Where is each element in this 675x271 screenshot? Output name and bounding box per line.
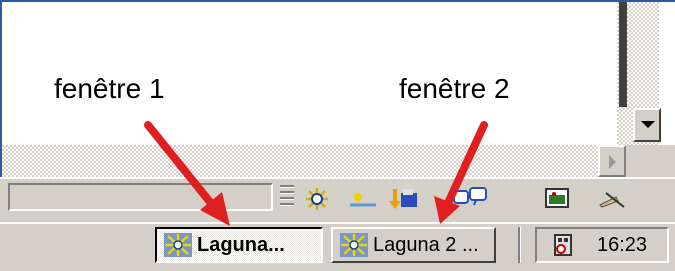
volume-icon[interactable]	[549, 231, 579, 259]
sun-icon[interactable]	[346, 185, 380, 213]
laguna-app-icon	[164, 233, 192, 257]
chat-icon[interactable]	[450, 185, 487, 213]
arrow-down-icon	[641, 121, 655, 128]
clock[interactable]: 16:23	[597, 234, 647, 257]
taskbar-separator	[518, 227, 521, 263]
horizontal-scrollbar-track[interactable]	[2, 145, 598, 177]
network-icon[interactable]	[300, 185, 334, 213]
vertical-scrollbar-rail	[619, 2, 627, 107]
monitor-icon[interactable]	[540, 185, 574, 213]
label-window-2: fenêtre 2	[399, 73, 510, 104]
taskbar-button-window-2[interactable]: Laguna 2 ...	[331, 227, 496, 263]
arrow-right-icon	[609, 155, 616, 169]
printer-arrow-icon[interactable]	[387, 185, 421, 213]
status-field	[8, 183, 273, 211]
laguna-app-icon	[340, 233, 368, 257]
system-tray: 16:23	[535, 227, 669, 263]
taskbar-top-edge	[0, 177, 675, 179]
taskbar-button-label: Laguna...	[197, 233, 285, 256]
taskbar-divider	[0, 222, 675, 224]
scroll-right-button[interactable]	[598, 145, 626, 177]
scroll-down-button[interactable]	[633, 108, 661, 142]
label-window-1: fenêtre 1	[54, 73, 165, 104]
toolbar-grip[interactable]	[280, 185, 294, 211]
scrollbar-corner	[626, 145, 675, 177]
taskbar-button-label: Laguna 2 ...	[373, 233, 479, 256]
taskbar-button-window-1[interactable]: Laguna...	[155, 227, 323, 263]
pen-icon[interactable]	[596, 185, 630, 213]
